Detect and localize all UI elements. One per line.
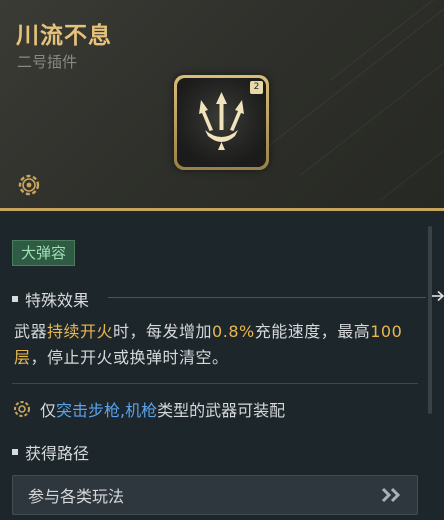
source-play-modes-button[interactable]: 参与各类玩法 [12,475,418,515]
source-heading-label: 获得路径 [25,444,90,463]
item-level-badge: 2 [250,81,263,94]
special-effect-heading: 特殊效果 [12,287,426,311]
gear-icon [14,401,30,417]
arrow-right-icon[interactable] [431,290,444,302]
item-title: 川流不息 [16,23,112,49]
scrollbar[interactable] [428,226,432,414]
section-divider [12,383,418,384]
source-heading: 获得路径 [12,440,89,464]
item-details: 大弹容 特殊效果 武器持续开火时，每发增加0.8%充能速度，最高100层，停止开… [0,211,444,520]
item-icon-frame: 2 [174,75,269,170]
item-header: 川流不息 二号插件 2 [0,0,444,210]
plugin-detail-panel: 川流不息 二号插件 2 大弹容 特殊效果 武器持续开火时，每发增加0.8%充能速… [0,0,444,520]
special-effect-description: 武器持续开火时，每发增加0.8%充能速度，最高100层，停止开火或换弹时清空。 [14,322,403,367]
item-subtitle: 二号插件 [17,53,78,71]
special-effect-heading-label: 特殊效果 [25,291,90,310]
double-chevron-right-icon [381,487,401,503]
plugin-type-gear-icon [18,174,40,196]
capacity-tag: 大弹容 [12,240,76,266]
source-button-label: 参与各类玩法 [28,487,125,506]
equip-restriction: 仅突击步枪,机枪 类型的武器可装配 [12,397,285,421]
